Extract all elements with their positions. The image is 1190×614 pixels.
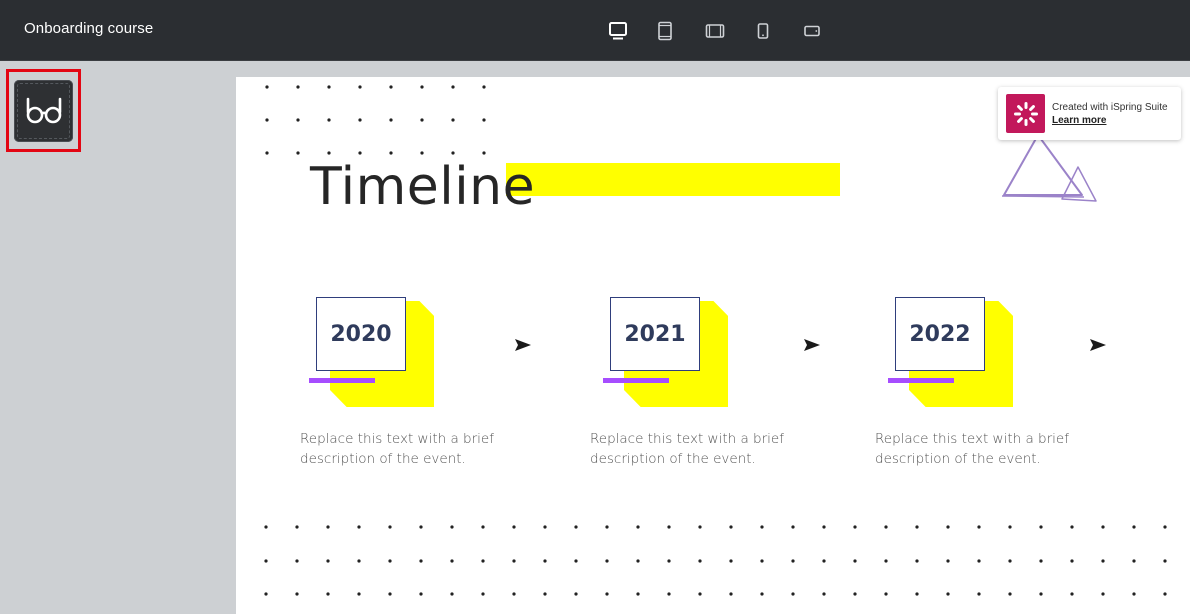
reading-mode-button[interactable] xyxy=(14,79,73,142)
event-description: Replace this text with a brief descripti… xyxy=(590,431,784,467)
ispring-badge[interactable]: Created with iSpring Suite Learn more xyxy=(998,87,1181,140)
phone-portrait-icon xyxy=(757,23,769,39)
title-highlight-bar xyxy=(506,163,840,196)
event-year: 2020 xyxy=(330,321,392,347)
desktop-view-button[interactable] xyxy=(606,19,630,43)
phone-landscape-view-button[interactable] xyxy=(800,19,824,43)
event-underline xyxy=(309,378,375,383)
year-box: 2021 xyxy=(610,297,700,371)
learn-more-link[interactable]: Learn more xyxy=(1052,114,1168,127)
event-description: Replace this text with a brief descripti… xyxy=(300,431,494,467)
arrow-right-icon xyxy=(1090,339,1106,351)
badge-caption: Created with iSpring Suite xyxy=(1052,102,1168,113)
course-title: Onboarding course xyxy=(24,20,154,37)
timeline-event: 2022 xyxy=(888,295,1088,415)
event-year: 2022 xyxy=(909,321,971,347)
monitor-icon xyxy=(609,22,627,40)
glasses-icon xyxy=(26,97,61,123)
badge-text: Created with iSpring Suite Learn more xyxy=(1052,101,1168,127)
event-underline xyxy=(603,378,669,383)
year-box: 2022 xyxy=(895,297,985,371)
slide-title: Timeline xyxy=(310,157,536,217)
arrow-right-icon xyxy=(515,339,531,351)
tablet-landscape-view-button[interactable] xyxy=(703,19,727,43)
tablet-portrait-view-button[interactable] xyxy=(653,19,677,43)
timeline-event: 2020 xyxy=(309,295,509,415)
arrow-right-icon xyxy=(804,339,820,351)
reading-mode-button-highlight[interactable] xyxy=(6,69,81,152)
event-year: 2021 xyxy=(624,321,686,347)
top-bar: Onboarding course xyxy=(0,0,1190,61)
year-box: 2020 xyxy=(316,297,406,371)
phone-portrait-view-button[interactable] xyxy=(751,19,775,43)
tablet-landscape-icon xyxy=(705,24,725,38)
timeline-event: 2021 xyxy=(603,295,803,415)
ispring-logo-icon xyxy=(1006,94,1045,133)
event-description: Replace this text with a brief descripti… xyxy=(875,431,1069,467)
event-underline xyxy=(888,378,954,383)
phone-landscape-icon xyxy=(804,25,820,37)
slide-canvas: Timeline Created with iSpring Suite Lear… xyxy=(236,77,1190,614)
tablet-portrait-icon xyxy=(658,21,672,41)
